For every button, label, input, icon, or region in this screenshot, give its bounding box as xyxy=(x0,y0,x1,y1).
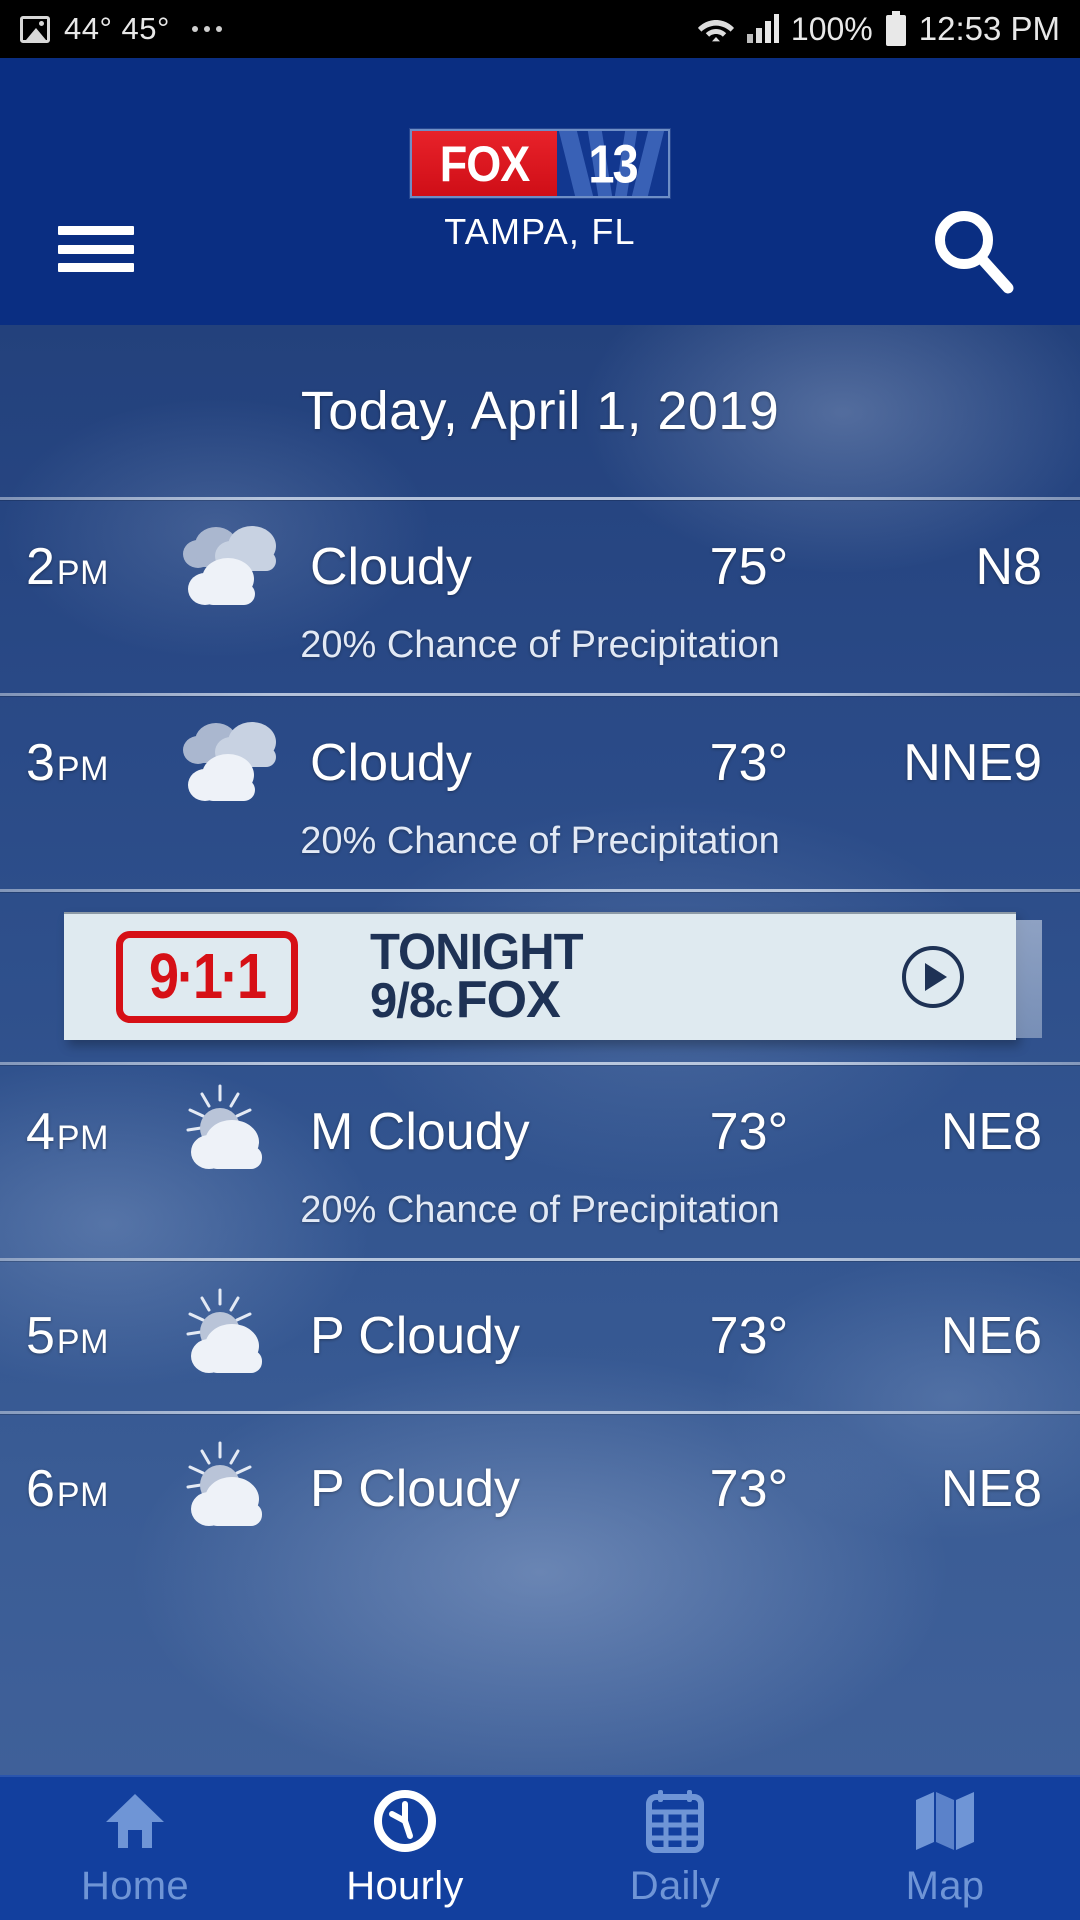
partly-cloudy-icon xyxy=(176,1441,292,1537)
forecast-temp: 73° xyxy=(709,1307,789,1365)
status-bar-left: 44° 45° xyxy=(20,11,222,47)
cloudy-icon xyxy=(176,519,292,615)
search-icon[interactable] xyxy=(926,204,1018,296)
forecast-hour: 4 xyxy=(26,1103,55,1161)
nav-label-map: Map xyxy=(905,1864,985,1908)
bottom-navigation: Home Hourly Daily Map xyxy=(0,1775,1080,1920)
forecast-wind: NE6 xyxy=(940,1307,1042,1365)
forecast-time: 4 PM xyxy=(26,1102,176,1162)
forecast-condition: P Cloudy xyxy=(310,1460,521,1518)
wifi-icon xyxy=(697,14,735,44)
more-dots-icon xyxy=(191,26,222,32)
forecast-condition: M Cloudy xyxy=(310,1103,530,1161)
forecast-condition: P Cloudy xyxy=(310,1307,521,1365)
forecast-wind: N8 xyxy=(975,538,1042,596)
forecast-meridiem: PM xyxy=(56,750,109,788)
cloudy-icon xyxy=(176,715,292,811)
status-bar-right: 100% 12:53 PM xyxy=(697,10,1060,48)
ad-airtime-zone: c xyxy=(435,987,453,1024)
nav-item-home[interactable]: Home xyxy=(0,1777,270,1920)
forecast-meridiem: PM xyxy=(56,1476,109,1514)
map-icon xyxy=(912,1788,978,1854)
ad-line-2: 9/8 c FOX xyxy=(370,970,583,1029)
forecast-row-main: 2 PM Cloudy 75° N8 xyxy=(0,500,1080,634)
nav-label-hourly: Hourly xyxy=(346,1864,464,1908)
battery-percent: 100% xyxy=(790,10,873,47)
calendar-icon xyxy=(642,1788,708,1854)
partly-cloudy-icon xyxy=(176,1084,292,1180)
status-bar-temps: 44° 45° xyxy=(64,11,170,46)
fox-logo-text: FOX xyxy=(439,134,531,192)
forecast-precipitation: 20% Chance of Precipitation xyxy=(300,1189,780,1231)
forecast-row[interactable]: 5 PM P Cloudy 73° NE6 xyxy=(0,1261,1080,1411)
forecast-meridiem: PM xyxy=(56,554,109,592)
advertisement[interactable]: 9·1·1 TONIGHT 9/8 c FOX xyxy=(0,892,1080,1062)
nav-item-hourly[interactable]: Hourly xyxy=(270,1777,540,1920)
ad-text: TONIGHT 9/8 c FOX xyxy=(370,923,584,1029)
partly-cloudy-icon xyxy=(176,1288,292,1384)
channel-number-text: 13 xyxy=(588,133,638,194)
forecast-temp: 73° xyxy=(709,734,789,792)
hamburger-menu-icon[interactable] xyxy=(58,226,134,272)
battery-full-icon xyxy=(884,11,908,47)
forecast-time: 5 PM xyxy=(26,1306,176,1366)
forecast-time: 3 PM xyxy=(26,733,176,793)
nav-item-daily[interactable]: Daily xyxy=(540,1777,810,1920)
forecast-row[interactable]: 4 PM M Cloudy 73° NE8 20% Chance of Prec… xyxy=(0,1065,1080,1258)
hourly-forecast-content[interactable]: Today, April 1, 2019 2 PM Cloudy 75° N8 … xyxy=(0,325,1080,1775)
forecast-wind: NE8 xyxy=(940,1460,1042,1518)
fox-logo-box: FOX xyxy=(412,131,557,196)
forecast-wind: NNE9 xyxy=(903,734,1042,792)
app-header: FOX 13 TAMPA, FL xyxy=(0,58,1080,325)
ad-banner[interactable]: 9·1·1 TONIGHT 9/8 c FOX xyxy=(64,912,1042,1040)
status-bar-clock: 12:53 PM xyxy=(918,10,1060,47)
forecast-row-main: 6 PM P Cloudy 73° NE8 xyxy=(0,1414,1080,1564)
ad-airtime: 9/8 xyxy=(370,973,436,1028)
forecast-time: 6 PM xyxy=(26,1459,176,1519)
fox13-logo: FOX 13 xyxy=(410,129,670,198)
forecast-meridiem: PM xyxy=(56,1323,109,1361)
forecast-row[interactable]: 3 PM Cloudy 73° NNE9 20% Chance of Preci… xyxy=(0,696,1080,889)
forecast-row[interactable]: 6 PM P Cloudy 73° NE8 xyxy=(0,1414,1080,1564)
station-logo[interactable]: FOX 13 TAMPA, FL xyxy=(410,129,670,253)
forecast-hour: 6 xyxy=(26,1460,55,1518)
page-title: Today, April 1, 2019 xyxy=(300,381,780,441)
forecast-condition: Cloudy xyxy=(310,538,472,596)
forecast-condition: Cloudy xyxy=(310,734,472,792)
ad-line-1: TONIGHT xyxy=(370,923,584,980)
forecast-wind: NE8 xyxy=(940,1103,1042,1161)
forecast-row-main: 4 PM M Cloudy 73° NE8 xyxy=(0,1065,1080,1199)
forecast-hour: 3 xyxy=(26,734,55,792)
nav-item-map[interactable]: Map xyxy=(810,1777,1080,1920)
nav-label-home: Home xyxy=(81,1864,189,1908)
forecast-temp: 73° xyxy=(709,1460,789,1518)
forecast-temp: 75° xyxy=(709,538,789,596)
play-button-icon[interactable] xyxy=(902,946,964,1008)
image-icon xyxy=(20,15,50,43)
forecast-temp: 73° xyxy=(709,1103,789,1161)
channel-logo-box: 13 xyxy=(557,131,668,196)
cellular-signal-icon xyxy=(746,14,780,44)
clock-icon xyxy=(372,1788,438,1854)
forecast-precipitation: 20% Chance of Precipitation xyxy=(300,624,780,666)
forecast-row-main: 3 PM Cloudy 73° NNE9 xyxy=(0,696,1080,830)
city-label: TAMPA, FL xyxy=(444,211,636,252)
forecast-row-main: 5 PM P Cloudy 73° NE6 xyxy=(0,1261,1080,1411)
forecast-row[interactable]: 2 PM Cloudy 75° N8 20% Chance of Precipi… xyxy=(0,500,1080,693)
forecast-time: 2 PM xyxy=(26,537,176,597)
ad-logo-911: 9·1·1 xyxy=(116,931,298,1023)
ad-network: FOX xyxy=(455,970,561,1029)
forecast-meridiem: PM xyxy=(56,1119,109,1157)
forecast-precipitation: 20% Chance of Precipitation xyxy=(300,820,780,862)
ad-edge-strip xyxy=(1016,920,1042,1038)
home-icon xyxy=(102,1788,168,1854)
forecast-hour: 2 xyxy=(26,538,55,596)
ad-logo-text: 9·1·1 xyxy=(148,941,267,1013)
status-bar: 44° 45° 100% 12:53 PM xyxy=(0,0,1080,58)
nav-label-daily: Daily xyxy=(629,1864,721,1908)
forecast-hour: 5 xyxy=(26,1307,55,1365)
